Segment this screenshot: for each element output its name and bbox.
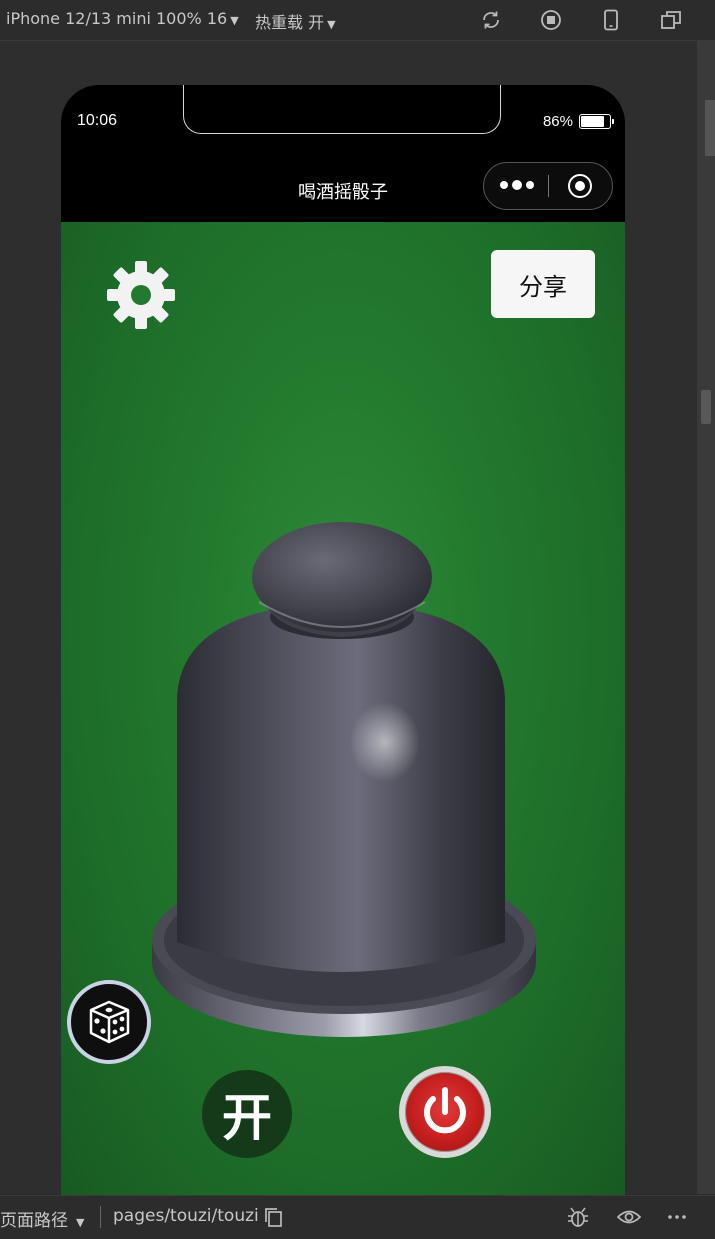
stop-icon[interactable] [539,8,563,32]
statusbar-divider [100,1206,101,1228]
game-table: 分享 开 [61,222,625,1195]
window-icon[interactable] [659,8,683,32]
battery-indicator: 86% [542,113,614,130]
battery-percent: 86% [542,113,573,130]
page-path-label: 页面路径 [0,1211,68,1231]
power-icon [424,1087,466,1134]
status-time: 10:06 [77,112,118,129]
page-path: pages/touzi/touzi [113,1206,259,1226]
power-button[interactable] [399,1066,491,1158]
chevron-down-icon: ▼ [327,18,336,31]
chevron-down-icon: ▼ [76,1216,85,1229]
dice-icon [89,1000,130,1044]
phone-notch [183,85,501,134]
capsule-divider [548,175,549,197]
ide-statusbar: 页面路径 ▼ pages/touzi/touzi [0,1195,715,1239]
scrollbar-cap [705,100,715,156]
device-selector[interactable]: iPhone 12/13 mini 100% 16 ▼ [6,9,239,28]
page-path-selector[interactable]: 页面路径 ▼ [0,1206,84,1231]
more-icon[interactable] [500,180,534,190]
gear-icon[interactable] [106,260,176,330]
scrollbar-thumb[interactable] [701,390,711,424]
copy-icon[interactable] [262,1206,286,1228]
refresh-icon[interactable] [479,8,503,32]
ide-toolbar: iPhone 12/13 mini 100% 16 ▼ 热重载 开 ▼ [0,0,715,41]
hot-reload-toggle[interactable]: 热重载 开 ▼ [255,9,336,33]
phone-simulator: 10:06 86% 喝酒摇骰子 分享 开 [61,85,625,1195]
phone-icon[interactable] [599,8,623,32]
open-button[interactable]: 开 [202,1070,292,1158]
dice-cup[interactable] [147,522,537,1047]
bug-icon[interactable] [566,1206,590,1228]
eye-icon[interactable] [617,1206,641,1228]
more-icon[interactable] [665,1206,689,1228]
battery-icon [579,114,614,129]
close-icon[interactable] [568,174,592,198]
share-button[interactable]: 分享 [491,250,595,318]
dice-button[interactable] [67,980,151,1064]
chevron-down-icon: ▼ [230,14,239,27]
hot-reload-label: 热重载 开 [255,13,325,32]
scrollbar[interactable] [697,41,715,1194]
miniprogram-capsule [483,162,613,210]
device-selector-label: iPhone 12/13 mini 100% 16 [6,9,228,28]
battery-fill [581,116,605,127]
